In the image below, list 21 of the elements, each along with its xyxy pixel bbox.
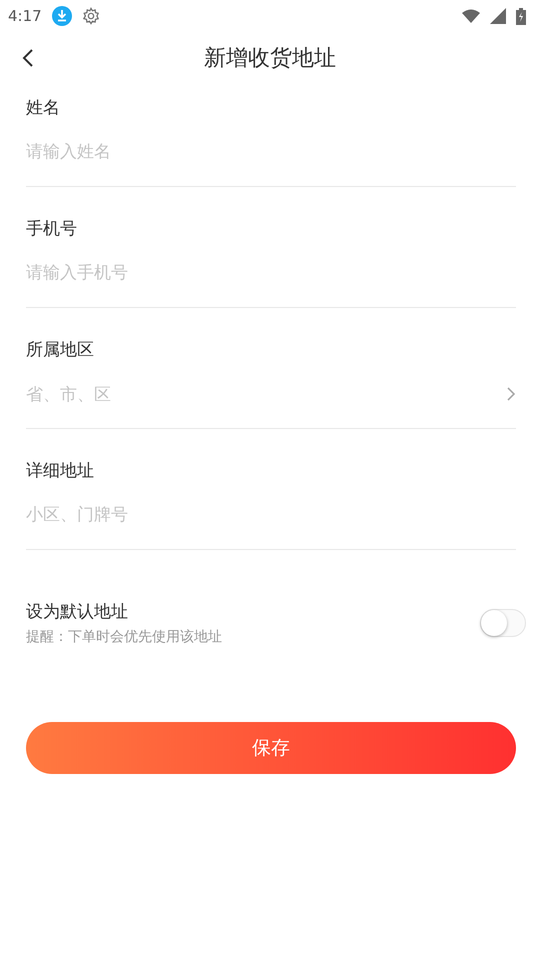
- save-button[interactable]: 保存: [26, 722, 516, 774]
- settings-icon: [82, 7, 100, 25]
- region-select[interactable]: 省、市、区: [26, 382, 516, 406]
- signal-icon: [490, 8, 506, 24]
- field-label: 详细地址: [26, 460, 94, 483]
- back-icon: [22, 48, 34, 68]
- default-address-toggle[interactable]: [480, 609, 526, 637]
- page-title: 新增收货地址: [204, 45, 336, 73]
- chevron-right-icon: [506, 386, 516, 402]
- default-address-label: 设为默认地址: [26, 601, 128, 624]
- download-icon: [52, 6, 72, 26]
- wifi-icon: [462, 9, 480, 23]
- field-label: 姓名: [26, 97, 60, 120]
- status-time: 4:17: [8, 7, 42, 25]
- field-label: 手机号: [26, 218, 77, 241]
- input-field[interactable]: 小区、门牌号: [26, 503, 516, 527]
- default-address-hint: 提醒：下单时会优先使用该地址: [26, 628, 222, 646]
- battery-icon: [516, 8, 526, 24]
- field-label: 所属地区: [26, 339, 94, 362]
- input-field[interactable]: 请输入姓名: [26, 140, 516, 164]
- input-field[interactable]: 请输入手机号: [26, 261, 516, 285]
